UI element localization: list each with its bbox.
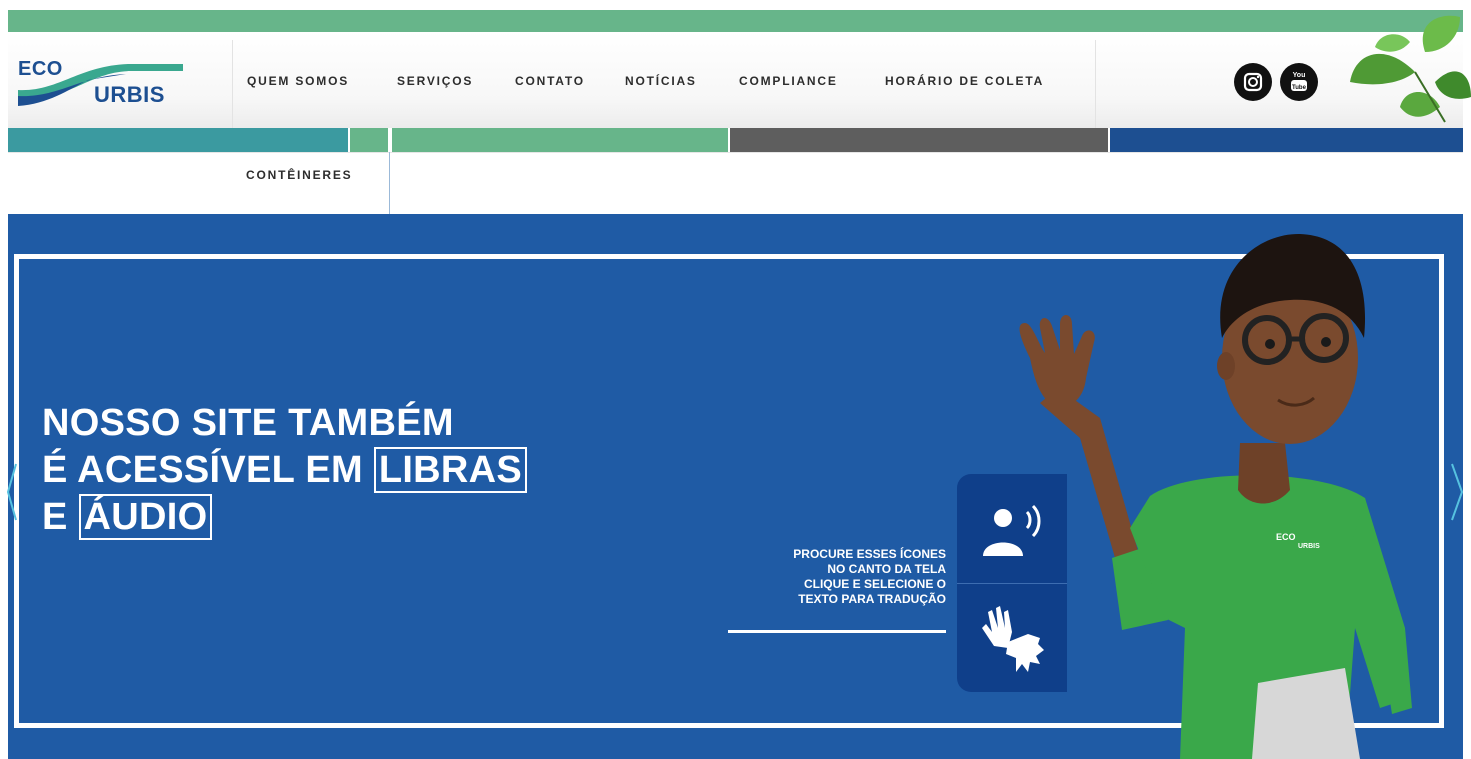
headline-line-2-text: É ACESSÍVEL EM	[42, 449, 374, 491]
nav-item-compliance[interactable]: COMPLIANCE	[739, 74, 838, 88]
nav-item-horario-de-coleta[interactable]: HORÁRIO DE COLETA	[885, 74, 1044, 88]
nav-item-contato[interactable]: CONTATO	[515, 74, 585, 88]
youtube-glyph: You Tube	[1291, 72, 1307, 91]
nav-item-servicos[interactable]: SERVIÇOS	[397, 74, 473, 88]
instruction-underline	[728, 630, 946, 633]
accessibility-instruction: PROCURE ESSES ÍCONES NO CANTO DA TELA CL…	[730, 547, 946, 607]
highlight-audio: ÁUDIO	[78, 494, 213, 540]
shirt-logo-urbis: URBIS	[1298, 543, 1320, 550]
headline-line-1: NOSSO SITE TAMBÉM	[42, 402, 454, 444]
instagram-glyph	[1243, 72, 1263, 92]
nav-item-quem-somos[interactable]: QUEM SOMOS	[247, 74, 349, 88]
shirt-logo-eco: ECO	[1276, 532, 1296, 542]
instruction-line: TEXTO PARA TRADUÇÃO	[798, 592, 946, 606]
header-band-green	[392, 128, 728, 152]
headline-line-3: E ÁUDIO	[42, 494, 527, 541]
svg-text:Tube: Tube	[1292, 85, 1307, 91]
svg-text:You: You	[1293, 72, 1306, 79]
headline-line-2: É ACESSÍVEL EM LIBRAS	[42, 447, 528, 494]
leaves-decoration	[1350, 15, 1471, 123]
logo-text-urbis: URBIS	[94, 82, 165, 107]
header-band-blue	[1110, 128, 1463, 152]
instruction-line: NO CANTO DA TELA	[827, 562, 946, 576]
nav-separator	[232, 40, 233, 128]
youtube-icon[interactable]: You Tube	[1280, 63, 1318, 101]
instruction-line: CLIQUE E SELECIONE O	[803, 577, 946, 591]
eco-urbis-logo[interactable]: ECO URBIS	[18, 58, 188, 110]
slider-next-arrow[interactable]	[1448, 462, 1466, 522]
header-band-gray	[730, 128, 1108, 152]
instagram-icon[interactable]	[1234, 63, 1272, 101]
highlight-libras: LIBRAS	[373, 447, 528, 493]
nav-dropdown	[8, 152, 1463, 215]
headline-line-3-text: E	[42, 496, 79, 538]
header-band-teal	[8, 128, 348, 152]
slider-prev-arrow[interactable]	[4, 462, 22, 522]
nav-item-noticias[interactable]: NOTÍCIAS	[625, 74, 697, 88]
header-band-green-small	[350, 128, 388, 152]
nav-separator	[1095, 40, 1096, 128]
top-accent-bar	[8, 10, 1463, 32]
hero-headline: NOSSO SITE TAMBÉM É ACESSÍVEL EM LIBRAS …	[42, 400, 528, 541]
avatar-character-waving: ECO URBIS	[1019, 233, 1412, 759]
nav-item-conteineres[interactable]: CONTÊINERES	[246, 168, 352, 182]
instruction-line: PROCURE ESSES ÍCONES	[793, 547, 946, 561]
